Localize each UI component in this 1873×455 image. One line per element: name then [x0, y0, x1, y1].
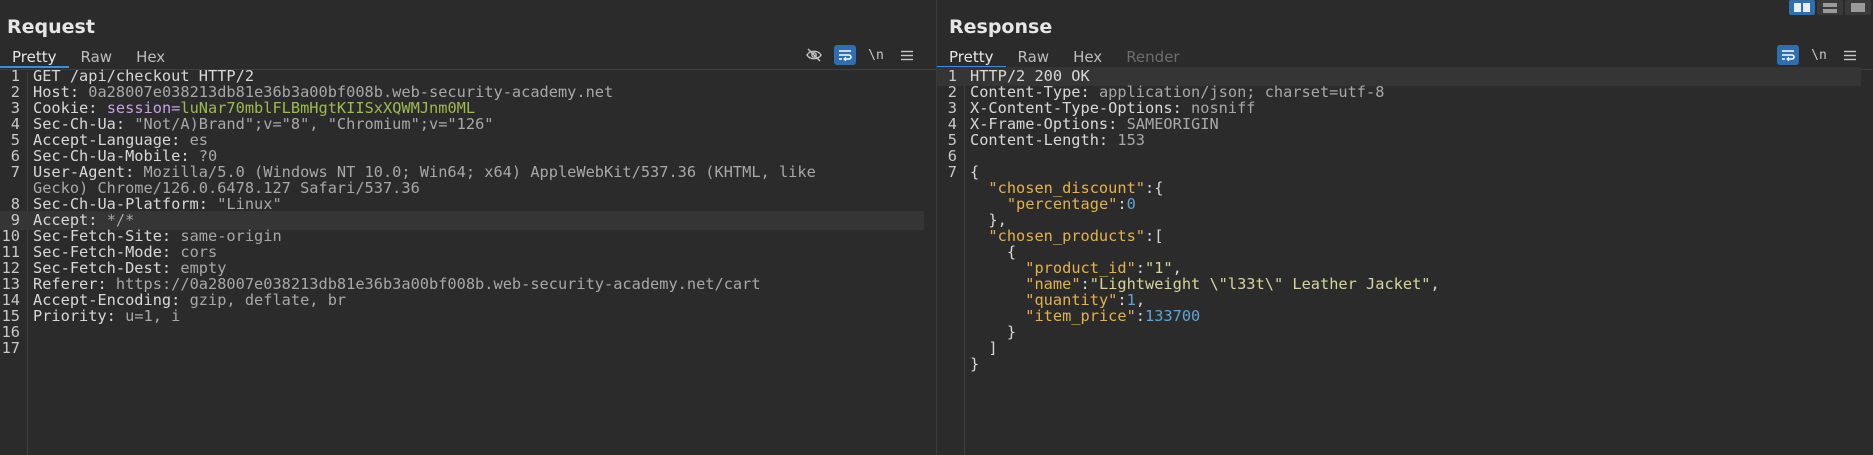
json-punctuation: } [970, 355, 980, 373]
layout-toggles [1789, 0, 1871, 15]
code-line: } [937, 355, 1861, 374]
line-content: } [970, 355, 979, 374]
tab-pretty[interactable]: Pretty [937, 46, 1006, 68]
tab-raw[interactable]: Raw [69, 46, 125, 68]
tab-hex[interactable]: Hex [124, 46, 177, 68]
request-title: Request [7, 16, 95, 38]
request-pane: Request Pretty Raw Hex \n 1 GET /api/checko… [0, 0, 936, 455]
response-title: Response [949, 16, 1053, 38]
eye-off-icon[interactable] [803, 45, 825, 65]
request-editor[interactable]: 1 GET /api/checkout HTTP/2 2 Host: 0a28007e… [0, 67, 936, 455]
tab-raw[interactable]: Raw [1006, 46, 1062, 68]
menu-icon[interactable] [896, 45, 918, 65]
newline-toggle-button[interactable]: \n [865, 45, 887, 65]
request-tabs: Pretty Raw Hex [0, 46, 177, 68]
response-pane: Response Pretty Raw Hex Render \n 1 HTTP/2 2… [937, 0, 1873, 455]
line-number: 17 [1, 339, 20, 357]
response-editor[interactable]: 1 HTTP/2 200 OK 2 Content-Type: application… [937, 67, 1873, 455]
single-pane-icon[interactable] [1845, 0, 1871, 15]
tab-pretty[interactable]: Pretty [0, 46, 69, 68]
wrap-lines-icon[interactable] [834, 45, 856, 65]
request-toolbar: \n [803, 45, 918, 65]
response-toolbar: \n [1777, 45, 1861, 65]
code-line: 17 [0, 339, 924, 358]
response-tabs: Pretty Raw Hex Render [937, 46, 1192, 68]
split-vertical-icon[interactable] [1789, 0, 1815, 15]
menu-icon[interactable] [1839, 45, 1861, 65]
newline-toggle-button[interactable]: \n [1808, 45, 1830, 65]
tab-hex[interactable]: Hex [1061, 46, 1114, 68]
split-horizontal-icon[interactable] [1817, 0, 1843, 15]
tab-render: Render [1126, 48, 1180, 66]
wrap-lines-icon[interactable] [1777, 45, 1799, 65]
